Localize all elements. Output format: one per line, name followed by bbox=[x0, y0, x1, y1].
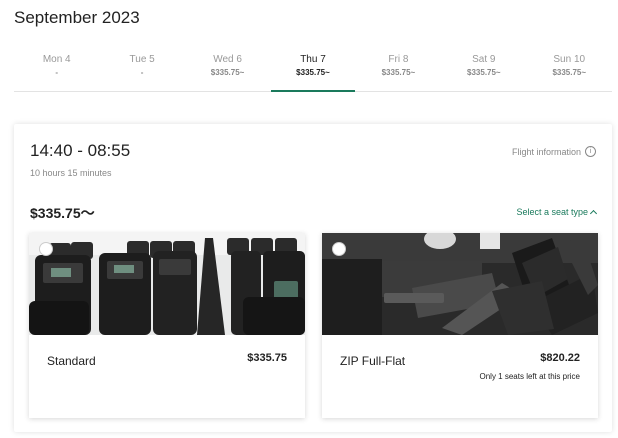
date-tab-price: - bbox=[55, 68, 59, 77]
date-tab-price: $335.75~ bbox=[467, 68, 501, 77]
date-tab-day: Fri 8 bbox=[388, 54, 409, 65]
date-tab-day: Tue 5 bbox=[129, 54, 155, 65]
date-tab-price: $335.75~ bbox=[210, 68, 245, 77]
seat-radio-zip-full-flat[interactable] bbox=[332, 242, 346, 256]
date-tab-price: $335.75~ bbox=[552, 68, 587, 77]
flight-information-label: Flight information bbox=[511, 146, 581, 157]
month-title: September 2023 bbox=[14, 8, 140, 27]
select-seat-type-toggle[interactable]: Select a seat type bbox=[516, 207, 598, 218]
date-tab-price: - bbox=[140, 68, 144, 77]
seats-left-note: Only 1 seats left at this price bbox=[479, 372, 581, 381]
flight-information-link[interactable]: Flight information i bbox=[512, 146, 596, 157]
date-tab-price: $335.75~ bbox=[381, 68, 416, 77]
date-tab-day: Sat 9 bbox=[472, 54, 496, 65]
date-tab-thu-7[interactable]: Thu 7 $335.75~ bbox=[270, 46, 356, 92]
seat-option-zip-full-flat[interactable]: ZIP Full-Flat $820.22 Only 1 seats left … bbox=[322, 233, 598, 418]
date-tab-day: Thu 7 bbox=[300, 54, 326, 65]
date-selector: Mon 4 - Tue 5 - Wed 6 $335.75~ Thu 7 $33… bbox=[14, 46, 612, 92]
date-tab-fri-8[interactable]: Fri 8 $335.75~ bbox=[356, 46, 441, 91]
date-tab-tue-5[interactable]: Tue 5 - bbox=[99, 46, 184, 91]
zip-full-flat-cabin-image bbox=[322, 233, 598, 335]
seat-option-standard[interactable]: Standard $335.75 bbox=[29, 233, 305, 418]
date-tab-price: $335.75~ bbox=[296, 68, 330, 77]
zip-full-flat-seat-photo bbox=[322, 233, 598, 335]
from-price: $335.75～ bbox=[30, 205, 95, 221]
standard-seat-photo bbox=[29, 233, 305, 335]
standard-cabin-image bbox=[29, 233, 305, 335]
date-tab-day: Mon 4 bbox=[42, 54, 71, 65]
seat-name: Standard bbox=[47, 354, 96, 368]
date-tab-day: Wed 6 bbox=[213, 54, 242, 65]
date-tab-mon-4[interactable]: Mon 4 - bbox=[14, 46, 99, 91]
flight-time-range: 14:40 - 08:55 bbox=[30, 141, 131, 160]
date-tab-sat-9[interactable]: Sat 9 $335.75~ bbox=[441, 46, 526, 91]
date-tab-wed-6[interactable]: Wed 6 $335.75~ bbox=[185, 46, 270, 91]
seat-price: $335.75 bbox=[247, 352, 287, 364]
seat-radio-standard[interactable] bbox=[39, 242, 53, 256]
seat-price: $820.22 bbox=[540, 352, 580, 364]
chevron-up-icon bbox=[589, 209, 598, 218]
select-seat-type-label: Select a seat type bbox=[516, 207, 588, 217]
flight-card: 14:40 - 08:55 10 hours 15 minutes Flight… bbox=[14, 124, 612, 432]
flight-duration: 10 hours 15 minutes bbox=[30, 168, 112, 178]
date-tab-sun-10[interactable]: Sun 10 $335.75~ bbox=[527, 46, 612, 91]
info-icon: i bbox=[585, 146, 596, 157]
date-tab-day: Sun 10 bbox=[553, 54, 586, 65]
seat-name: ZIP Full-Flat bbox=[340, 354, 406, 368]
